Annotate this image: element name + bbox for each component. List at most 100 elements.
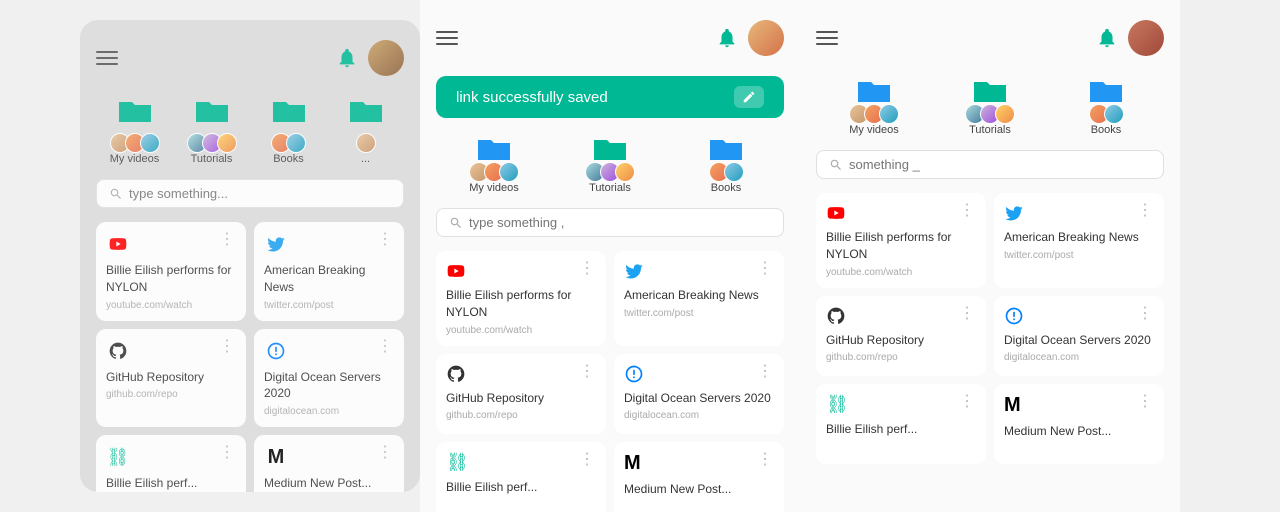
card-title-github-left: GitHub Repository: [106, 369, 236, 386]
folder-label-extra: ...: [361, 153, 370, 165]
folder-item-tutorials-right[interactable]: Tutorials: [932, 76, 1048, 136]
card-do-right[interactable]: ⋮ Digital Ocean Servers 2020 digitalocea…: [994, 296, 1164, 376]
card-menu-link-right[interactable]: ⋮: [959, 394, 976, 410]
card-url-youtube-left: youtube.com/watch: [106, 300, 236, 311]
card-link-center[interactable]: ⛓ ⋮ Billie Eilish perf...: [436, 442, 606, 512]
card-medium-center[interactable]: M ⋮ Medium New Post...: [614, 442, 784, 512]
search-bar-center[interactable]: [436, 208, 784, 237]
card-menu-twitter-right[interactable]: ⋮: [1137, 203, 1154, 219]
card-url-twitter-left: twitter.com/post: [264, 300, 394, 311]
card-do-center[interactable]: ⋮ Digital Ocean Servers 2020 digitalocea…: [614, 354, 784, 434]
folder-label-myvideos-center: My videos: [469, 182, 519, 194]
hamburger-menu-icon-right[interactable]: [816, 31, 838, 45]
card-menu-medium-center[interactable]: ⋮: [757, 452, 774, 468]
card-github-center[interactable]: ⋮ GitHub Repository github.com/repo: [436, 354, 606, 434]
card-url-do-left: digitalocean.com: [264, 406, 394, 417]
card-twitter-right[interactable]: ⋮ American Breaking News twitter.com/pos…: [994, 193, 1164, 288]
card-title-medium-right: Medium New Post...: [1004, 423, 1154, 440]
card-url-do-center: digitalocean.com: [624, 410, 774, 421]
toast-edit-button[interactable]: [734, 86, 764, 108]
avatar-center[interactable]: [748, 20, 784, 56]
folder-item-extra[interactable]: ...: [327, 96, 404, 165]
panel-center: link successfully saved My videos: [420, 0, 800, 512]
search-bar-left[interactable]: [96, 179, 404, 208]
card-url-twitter-center: twitter.com/post: [624, 308, 774, 319]
panel-left-header: [96, 36, 404, 80]
card-menu-youtube-left[interactable]: ⋮: [219, 232, 236, 248]
youtube-icon-right: [826, 203, 846, 223]
digitalocean-icon-center: [624, 364, 644, 384]
card-title-github-right: GitHub Repository: [826, 332, 976, 349]
panel-center-header: [436, 16, 784, 60]
folder-item-books[interactable]: Books: [250, 96, 327, 165]
card-medium-right[interactable]: M ⋮ Medium New Post...: [994, 384, 1164, 464]
card-menu-github-left[interactable]: ⋮: [219, 339, 236, 355]
card-do-left[interactable]: ⋮ Digital Ocean Servers 2020 digitalocea…: [254, 329, 404, 428]
avatar[interactable]: [368, 40, 404, 76]
folder-item-books-center[interactable]: Books: [668, 134, 784, 194]
card-link-left[interactable]: ⛓ ⋮ Billie Eilish perf...: [96, 435, 246, 492]
card-medium-left[interactable]: M ⋮ Medium New Post...: [254, 435, 404, 492]
panel-right-header: [816, 16, 1164, 60]
folder-item-tutorials[interactable]: Tutorials: [173, 96, 250, 165]
card-github-right[interactable]: ⋮ GitHub Repository github.com/repo: [816, 296, 986, 376]
card-url-github-left: github.com/repo: [106, 389, 236, 400]
card-menu-twitter-center[interactable]: ⋮: [757, 261, 774, 277]
search-input-center[interactable]: [469, 215, 771, 230]
card-url-twitter-right: twitter.com/post: [1004, 250, 1154, 261]
card-title-twitter-left: American Breaking News: [264, 262, 394, 296]
hamburger-menu-icon[interactable]: [96, 51, 118, 65]
folder-item-myvideos-right[interactable]: My videos: [816, 76, 932, 136]
search-bar-right[interactable]: [816, 150, 1164, 179]
bell-icon-right[interactable]: [1096, 27, 1118, 49]
folder-item-myvideos-center[interactable]: My videos: [436, 134, 552, 194]
card-youtube-center[interactable]: ⋮ Billie Eilish performs for NYLON youtu…: [436, 251, 606, 346]
card-twitter-left[interactable]: ⋮ American Breaking News twitter.com/pos…: [254, 222, 404, 321]
folder-row-center: My videos Tutorials Books: [436, 134, 784, 194]
card-menu-github-center[interactable]: ⋮: [579, 364, 596, 380]
card-title-youtube-left: Billie Eilish performs for NYLON: [106, 262, 236, 296]
card-title-github-center: GitHub Repository: [446, 390, 596, 407]
card-menu-do-right[interactable]: ⋮: [1137, 306, 1154, 322]
card-menu-link-center[interactable]: ⋮: [579, 452, 596, 468]
header-right: [336, 40, 404, 76]
card-youtube-right[interactable]: ⋮ Billie Eilish performs for NYLON youtu…: [816, 193, 986, 288]
card-twitter-center[interactable]: ⋮ American Breaking News twitter.com/pos…: [614, 251, 784, 346]
link-icon-right: ⛓: [826, 394, 849, 415]
card-title-do-center: Digital Ocean Servers 2020: [624, 390, 774, 407]
card-menu-do-left[interactable]: ⋮: [377, 339, 394, 355]
card-youtube-left[interactable]: ⋮ Billie Eilish performs for NYLON youtu…: [96, 222, 246, 321]
bell-icon-center[interactable]: [716, 27, 738, 49]
card-url-github-right: github.com/repo: [826, 352, 976, 363]
panel-right: My videos Tutorials Books: [800, 0, 1180, 512]
card-menu-medium-left[interactable]: ⋮: [377, 445, 394, 461]
card-title-link-right: Billie Eilish perf...: [826, 421, 976, 438]
medium-icon: M: [264, 445, 288, 469]
card-menu-github-right[interactable]: ⋮: [959, 306, 976, 322]
card-github-left[interactable]: ⋮ GitHub Repository github.com/repo: [96, 329, 246, 428]
card-menu-twitter-left[interactable]: ⋮: [377, 232, 394, 248]
card-title-medium-left: Medium New Post...: [264, 475, 394, 492]
folder-item-books-right[interactable]: Books: [1048, 76, 1164, 136]
bell-icon[interactable]: [336, 47, 358, 69]
card-title-twitter-right: American Breaking News: [1004, 229, 1154, 246]
card-menu-do-center[interactable]: ⋮: [757, 364, 774, 380]
folder-label-books-center: Books: [711, 182, 742, 194]
folder-label-tutorials: Tutorials: [191, 153, 233, 165]
folder-item-tutorials-center[interactable]: Tutorials: [552, 134, 668, 194]
card-link-right[interactable]: ⛓ ⋮ Billie Eilish perf...: [816, 384, 986, 464]
folder-item-myvideos[interactable]: My videos: [96, 96, 173, 165]
twitter-icon-center: [624, 261, 644, 281]
card-menu-medium-right[interactable]: ⋮: [1137, 394, 1154, 410]
search-input-left[interactable]: [129, 186, 391, 201]
card-menu-link-left[interactable]: ⋮: [219, 445, 236, 461]
youtube-icon-center: [446, 261, 466, 281]
toast-notification: link successfully saved: [436, 76, 784, 118]
card-url-github-center: github.com/repo: [446, 410, 596, 421]
card-menu-youtube-center[interactable]: ⋮: [579, 261, 596, 277]
hamburger-menu-icon-center[interactable]: [436, 31, 458, 45]
card-title-link-left: Billie Eilish perf...: [106, 475, 236, 492]
avatar-right[interactable]: [1128, 20, 1164, 56]
card-menu-youtube-right[interactable]: ⋮: [959, 203, 976, 219]
search-input-right[interactable]: [849, 157, 1151, 172]
